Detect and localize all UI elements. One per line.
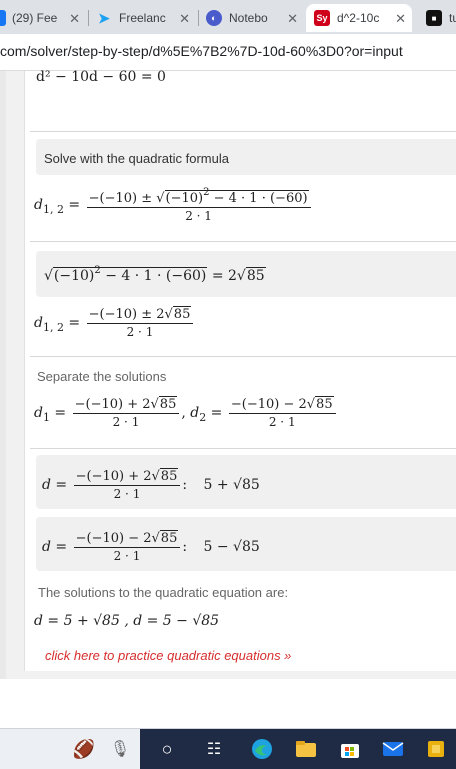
notebook-globe-icon: ◐ (206, 10, 222, 26)
tab-symbolab-active[interactable]: Sy d^2-10c ✕ (306, 4, 412, 32)
divider (30, 448, 456, 449)
separated-solutions-math: d1 = −(−10) + 2√85 2 · 1, d2 = −(−10) − 2… (34, 396, 338, 429)
divider (30, 131, 456, 132)
equation-top: d² − 10d − 60 = 0 (36, 69, 166, 85)
practice-link[interactable]: click here to practice quadratic equatio… (45, 648, 291, 663)
browser-tab-bar: (29) Fee ✕ ➤ Freelanc ✕ ◐ Notebo ✕ Sy d^… (0, 0, 456, 34)
divider (30, 356, 456, 357)
page-content: d² − 10d − 60 = 0 Solve with the quadrat… (0, 69, 456, 679)
close-tab-icon[interactable]: ✕ (179, 11, 190, 27)
minus-result-value: 5 − √85 (203, 539, 260, 555)
discriminant-math: √(−10)2 − 4 · 1 · (−60) = 2√85 (44, 265, 266, 284)
tab-separator (198, 10, 199, 26)
plus-result-value: 5 + √85 (203, 477, 260, 493)
tab-label: Notebo (229, 11, 268, 25)
left-gutter (0, 71, 6, 679)
microphone-icon[interactable]: 🎙 (108, 737, 132, 761)
solutions-intro: The solutions to the quadratic equation … (38, 585, 289, 600)
separate-label: Separate the solutions (37, 369, 167, 384)
symbolab-icon: Sy (314, 10, 330, 26)
close-tab-icon[interactable]: ✕ (287, 11, 298, 27)
tab-notebook[interactable]: ◐ Notebo ✕ (206, 4, 304, 32)
step-quadratic-label: Solve with the quadratic formula (44, 151, 229, 166)
tab-favicon-icon: ■ (426, 10, 442, 26)
tab-tu[interactable]: ■ tu (420, 4, 456, 32)
close-tab-icon[interactable]: ✕ (69, 11, 80, 27)
freelancer-bird-icon: ➤ (98, 9, 110, 26)
office-icon[interactable] (424, 737, 448, 761)
tab-label: d^2-10c (337, 11, 380, 25)
divider (30, 241, 456, 242)
tab-label: tu (449, 11, 456, 25)
address-bar[interactable]: com/solver/step-by-step/d%5E%7B2%7D-10d-… (0, 34, 456, 71)
file-explorer-icon[interactable] (294, 737, 318, 761)
tab-freelancer[interactable]: ➤ Freelanc ✕ (96, 4, 196, 32)
search-circle-icon[interactable]: ○ (155, 737, 179, 761)
close-tab-icon[interactable]: ✕ (395, 11, 406, 27)
edge-browser-icon[interactable] (250, 737, 274, 761)
microsoft-store-icon[interactable] (338, 737, 362, 761)
tab-label: (29) Fee (12, 11, 58, 25)
tab-label: Freelanc (119, 11, 166, 25)
simplified-formula-math: d1, 2 = −(−10) ± 2√85 2 · 1 (34, 306, 195, 339)
mail-icon[interactable] (381, 737, 405, 761)
plus-result-math: d = −(−10) + 2√85 2 · 1: 5 + √85 (42, 468, 260, 501)
windows-taskbar: 🏈 🎙 ○ ☷ (0, 728, 456, 769)
quadratic-formula-math: d1, 2 = −(−10) ± √(−10)2 − 4 · 1 · (−60)… (34, 187, 313, 223)
tab-facebook[interactable]: (29) Fee ✕ (0, 4, 86, 32)
tab-separator (88, 10, 89, 26)
sports-widget-icon[interactable]: 🏈 (72, 737, 96, 761)
facebook-icon (0, 10, 6, 26)
final-solutions-math: d = 5 + √85 , d = 5 − √85 (34, 613, 220, 629)
task-view-icon[interactable]: ☷ (202, 737, 226, 761)
url-text[interactable]: com/solver/step-by-step/d%5E%7B2%7D-10d-… (0, 43, 403, 59)
minus-result-math: d = −(−10) − 2√85 2 · 1: 5 − √85 (42, 530, 260, 563)
